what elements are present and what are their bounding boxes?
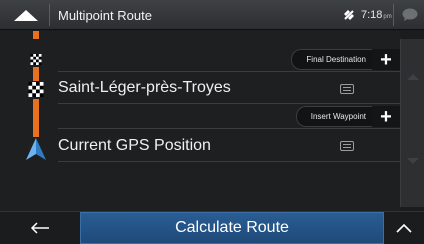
route-line-mid-2 xyxy=(33,99,39,137)
plus-icon: + xyxy=(372,49,400,70)
message-bubble-icon[interactable] xyxy=(402,8,418,22)
plus-icon: + xyxy=(372,106,400,127)
clock-ampm: pm xyxy=(383,14,392,20)
row-separator xyxy=(58,128,400,129)
gps-satellite-icon[interactable] xyxy=(343,9,355,21)
insert-waypoint-button[interactable]: Insert Waypoint + xyxy=(295,106,400,127)
row-separator xyxy=(58,161,400,162)
chevron-up-icon xyxy=(396,223,412,233)
scroll-down-icon[interactable] xyxy=(406,157,420,165)
calculate-route-button[interactable]: Calculate Route xyxy=(80,212,384,244)
waypoint-destination-label[interactable]: Saint-Léger-près-Troyes xyxy=(58,79,231,97)
clock: 7:18pm xyxy=(361,9,392,21)
scroll-up-icon[interactable] xyxy=(406,73,420,81)
details-icon[interactable] xyxy=(340,84,354,94)
gps-arrow-icon xyxy=(26,138,46,160)
details-icon[interactable] xyxy=(340,141,354,151)
waypoint-start-label[interactable]: Current GPS Position xyxy=(58,137,211,155)
menu-arrow-icon[interactable] xyxy=(13,9,39,22)
title-bar: Multipoint Route 7:18pm xyxy=(0,0,424,30)
header-divider-right xyxy=(393,4,394,26)
row-separator xyxy=(58,103,400,104)
route-list: Final Destination + Saint-Léger-près-Tro… xyxy=(0,31,400,211)
route-line-top xyxy=(33,31,39,39)
route-line-mid-1 xyxy=(33,67,39,81)
expand-button[interactable] xyxy=(384,212,424,244)
bottom-bar: Calculate Route xyxy=(0,211,424,244)
page-title: Multipoint Route xyxy=(58,8,152,23)
insert-waypoint-label: Insert Waypoint xyxy=(310,112,366,121)
row-separator xyxy=(58,71,400,72)
clock-time: 7:18 xyxy=(361,9,383,21)
scrollbar[interactable] xyxy=(400,39,424,207)
back-arrow-icon xyxy=(30,222,49,234)
add-final-destination-button[interactable]: Final Destination + xyxy=(291,49,400,70)
checkered-flag-icon xyxy=(28,82,44,97)
back-button[interactable] xyxy=(0,212,80,244)
header-divider xyxy=(49,4,50,26)
checkered-flag-icon xyxy=(30,54,42,65)
final-destination-label: Final Destination xyxy=(306,55,366,64)
